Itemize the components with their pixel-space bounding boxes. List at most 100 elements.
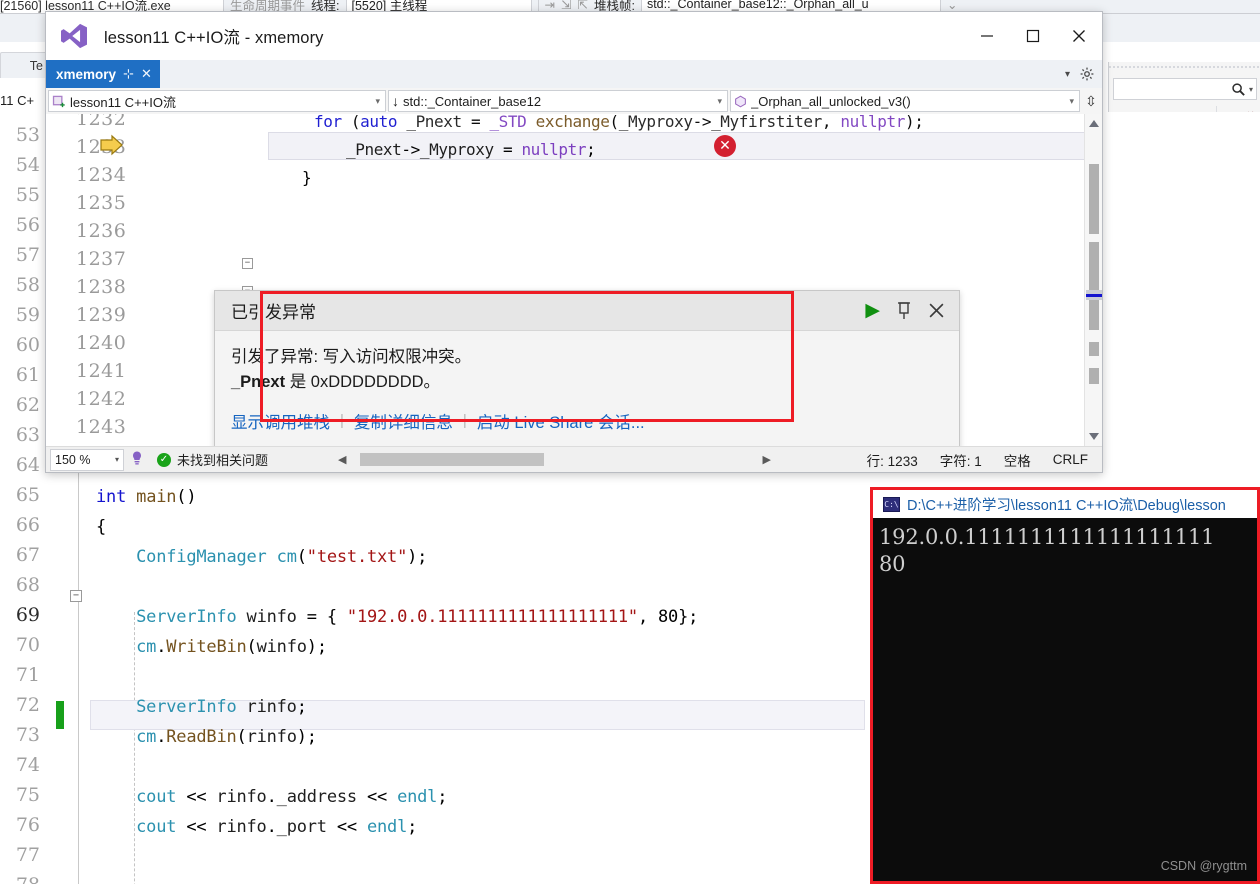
main-code-line[interactable]: cout << rinfo._address << endl; bbox=[96, 787, 447, 807]
main-line-number: 73 bbox=[15, 724, 40, 746]
fold-toggle-1[interactable]: − bbox=[242, 258, 253, 269]
member-dropdown-label: _Orphan_all_unlocked_v3() bbox=[751, 93, 911, 109]
tab-xmemory[interactable]: xmemory ⊹ ✕ bbox=[46, 60, 160, 88]
tab-xmemory-label: xmemory bbox=[56, 66, 117, 82]
close-button[interactable] bbox=[1056, 12, 1102, 60]
method-icon bbox=[735, 95, 746, 107]
scrollbar-thumb-upper[interactable] bbox=[1089, 164, 1099, 234]
toolbar-overflow-icon[interactable]: ⌄ bbox=[947, 0, 957, 12]
inner-code-line[interactable]: _Pnext->_Myproxy = nullptr; bbox=[346, 140, 596, 159]
main-code-line[interactable]: cout << rinfo._port << endl; bbox=[96, 817, 417, 837]
main-code-line[interactable]: cm.ReadBin(rinfo); bbox=[96, 727, 317, 747]
exception-settings-header[interactable]: ◢ 异常设置 bbox=[231, 445, 943, 447]
step-into-icon[interactable]: ⇥ bbox=[545, 0, 555, 12]
main-code-line[interactable]: ServerInfo rinfo; bbox=[96, 697, 307, 717]
background-nav-label: 11 C+ bbox=[0, 92, 35, 108]
main-line-number: 75 bbox=[15, 784, 40, 806]
main-line-number: 60 bbox=[15, 334, 40, 356]
main-code-line[interactable]: ServerInfo winfo = { "192.0.0.1111111111… bbox=[96, 607, 698, 627]
console-window[interactable]: C:\ D:\C++进阶学习\lesson11 C++IO流\Debug\les… bbox=[870, 487, 1260, 884]
cmd-icon: C:\ bbox=[883, 496, 900, 512]
gear-icon[interactable] bbox=[1080, 67, 1094, 81]
inner-line-number: 1232 bbox=[76, 114, 127, 130]
main-code-line[interactable]: int main() bbox=[96, 487, 197, 507]
main-line-number: 61 bbox=[15, 364, 40, 386]
main-line-number: 77 bbox=[15, 844, 40, 866]
exception-error-icon[interactable]: ✕ bbox=[714, 135, 736, 157]
console-output-area[interactable]: 192.0.0.1111111111111111111 80 CSDN @ryg… bbox=[873, 518, 1257, 881]
minimize-button[interactable] bbox=[964, 12, 1010, 60]
issues-status[interactable]: ✓ 未找到相关问题 bbox=[157, 450, 268, 469]
minimize-icon bbox=[981, 35, 993, 37]
scroll-down-icon[interactable] bbox=[1088, 430, 1100, 442]
issues-ok-icon: ✓ bbox=[157, 452, 171, 467]
status-eol-mode[interactable]: CRLF bbox=[1053, 452, 1088, 467]
background-tab-te[interactable]: Te bbox=[0, 52, 48, 78]
xmemory-code-view[interactable]: 1232123312341235123612371238123912401241… bbox=[46, 114, 1102, 446]
window-title-text: lesson11 C++IO流 - xmemory bbox=[104, 29, 324, 47]
scroll-up-icon[interactable] bbox=[1088, 118, 1100, 130]
main-line-number: 66 bbox=[15, 514, 40, 536]
project-dropdown-arrow[interactable]: ▾ bbox=[375, 96, 383, 107]
split-view-button[interactable]: ⇳ bbox=[1082, 90, 1100, 112]
window-controls bbox=[964, 12, 1102, 60]
main-line-number: 53 bbox=[15, 124, 40, 146]
inner-code-line[interactable]: for (auto _Pnext = _STD exchange(_Myprox… bbox=[314, 114, 924, 131]
exception-message-line2: _Pnext 是 0xDDDDDDDD。 bbox=[231, 370, 943, 395]
window-title-bar[interactable]: lesson11 C++IO流 - xmemory bbox=[46, 12, 1102, 60]
fold-toggle-main[interactable]: − bbox=[70, 590, 82, 602]
scrollbar-thumb-lower[interactable] bbox=[1089, 304, 1099, 330]
intellicode-icon[interactable] bbox=[129, 450, 145, 469]
search-dropdown-icon[interactable]: ▾ bbox=[1249, 85, 1253, 94]
tab-close-icon[interactable]: ✕ bbox=[141, 66, 152, 82]
exception-msg-mid: 是 bbox=[285, 372, 311, 391]
exception-close-icon[interactable] bbox=[928, 302, 945, 319]
step-out-icon[interactable]: ⇱ bbox=[577, 0, 587, 12]
member-dropdown[interactable]: _Orphan_all_unlocked_v3() ▾ bbox=[730, 90, 1080, 112]
main-line-number: 76 bbox=[15, 814, 40, 836]
hscroll-right-icon[interactable]: ▶ bbox=[762, 453, 770, 466]
exception-popup: 已引发异常 ▶ 引发了异常: 写入访问权限冲突。 _Pnext 是 0xDDDD… bbox=[214, 290, 960, 446]
step-over-icon[interactable]: ⇲ bbox=[561, 0, 571, 12]
pin-icon[interactable] bbox=[896, 301, 912, 320]
hscroll-thumb[interactable] bbox=[360, 453, 545, 466]
horizontal-scrollbar[interactable]: ◀ ▶ bbox=[338, 453, 867, 466]
visual-studio-logo bbox=[61, 23, 87, 49]
scrollbar-mark-2 bbox=[1089, 368, 1099, 384]
stackframe-value: std::_Container_base12::_Orphan_all_u bbox=[646, 0, 869, 11]
project-dropdown[interactable]: lesson11 C++IO流 ▾ bbox=[48, 90, 386, 112]
main-code-line[interactable]: cm.WriteBin(winfo); bbox=[96, 637, 327, 657]
exception-settings-section: ◢ 异常设置 ✓ 引发此异常类型时中断 从以下位置引发时除外: bbox=[215, 441, 959, 447]
close-icon bbox=[1073, 30, 1085, 42]
hscroll-left-icon[interactable]: ◀ bbox=[338, 453, 346, 466]
navigation-bar: lesson11 C++IO流 ▾ ↓ std::_Container_base… bbox=[46, 88, 1102, 114]
background-nav-partial: 11 C+ bbox=[0, 88, 48, 112]
inner-vertical-scrollbar[interactable] bbox=[1084, 114, 1102, 446]
start-live-share-link[interactable]: 启动 Live Share 会话... bbox=[477, 409, 645, 433]
zoom-dropdown-arrow[interactable]: ▾ bbox=[115, 455, 119, 464]
show-call-stack-link[interactable]: 显示调用堆栈 bbox=[231, 409, 330, 433]
tab-pin-icon[interactable]: ⊹ bbox=[123, 66, 134, 82]
inner-line-number: 1238 bbox=[76, 276, 127, 298]
scrollbar-caret-marker bbox=[1086, 294, 1102, 297]
inner-code-line[interactable]: } bbox=[302, 168, 312, 187]
zoom-combo[interactable]: 150 % ▾ bbox=[50, 448, 124, 471]
member-dropdown-arrow[interactable]: ▾ bbox=[1069, 96, 1077, 107]
maximize-button[interactable] bbox=[1010, 12, 1056, 60]
continue-icon[interactable]: ▶ bbox=[865, 299, 880, 322]
watch-search-input[interactable]: ▾ bbox=[1113, 78, 1257, 100]
console-title-bar[interactable]: C:\ D:\C++进阶学习\lesson11 C++IO流\Debug\les… bbox=[873, 490, 1257, 518]
main-line-number: 69 bbox=[15, 604, 40, 626]
main-code-line[interactable]: { bbox=[96, 517, 106, 537]
cpp-project-icon bbox=[52, 95, 65, 108]
hscroll-track[interactable] bbox=[352, 453, 756, 466]
main-code-line[interactable]: ConfigManager cm("test.txt"); bbox=[96, 547, 427, 567]
tab-overflow-icon[interactable]: ▾ bbox=[1065, 69, 1070, 80]
copy-details-link[interactable]: 复制详细信息 bbox=[354, 409, 453, 433]
scrollbar-mark-1 bbox=[1089, 342, 1099, 356]
type-dropdown[interactable]: ↓ std::_Container_base12 ▾ bbox=[388, 90, 728, 112]
status-indent-mode[interactable]: 空格 bbox=[1004, 450, 1031, 470]
main-line-number: 71 bbox=[15, 664, 40, 686]
type-dropdown-arrow[interactable]: ▾ bbox=[717, 96, 725, 107]
zoom-value: 150 % bbox=[55, 452, 91, 467]
